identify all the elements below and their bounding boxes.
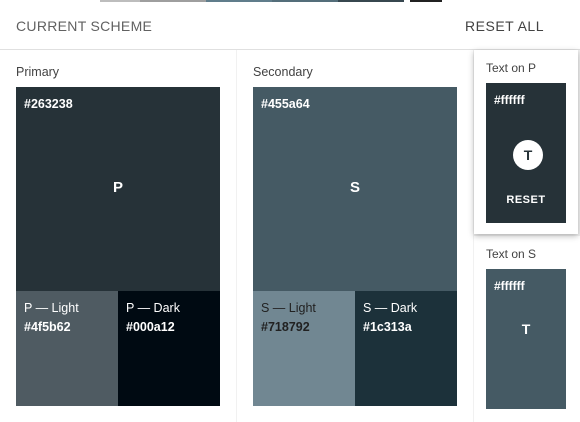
primary-light-name: P — Light [24,301,79,315]
text-on-secondary-label: Text on S [486,247,537,261]
secondary-light-hex: #718792 [261,320,310,334]
primary-dark-hex: #000a12 [126,320,175,334]
primary-swatch[interactable]: #263238 P [16,87,220,291]
secondary-hex: #455a64 [261,97,310,111]
text-on-primary-hex: #ffffff [494,93,525,107]
reset-all-button[interactable]: RESET ALL [465,18,544,34]
primary-panel: Primary #263238 P P — Light #4f5b62 P — … [0,50,236,422]
primary-dark-name: P — Dark [126,301,180,315]
secondary-light-name: S — Light [261,301,316,315]
primary-light-hex: #4f5b62 [24,320,71,334]
secondary-label: Secondary [253,65,313,79]
secondary-dark-swatch[interactable]: S — Dark #1c313a [355,291,457,406]
text-on-secondary-swatch[interactable]: #ffffff T [486,269,566,409]
secondary-light-swatch[interactable]: S — Light #718792 [253,291,355,406]
primary-hex: #263238 [24,97,73,111]
scheme-content: Primary #263238 P P — Light #4f5b62 P — … [0,50,580,422]
header-bar: CURRENT SCHEME RESET ALL [0,2,580,50]
text-on-primary-swatch: #ffffff T RESET [486,83,566,223]
secondary-panel: Secondary #455a64 S S — Light #718792 S … [237,50,473,422]
scheme-title: CURRENT SCHEME [16,18,153,34]
secondary-swatch[interactable]: #455a64 S [253,87,457,291]
primary-letter: P [112,179,123,196]
primary-dark-swatch[interactable]: P — Dark #000a12 [118,291,220,406]
text-color-picker-button[interactable]: T [513,140,543,170]
secondary-letter: S [349,179,360,196]
secondary-dark-name: S — Dark [363,301,418,315]
primary-light-swatch[interactable]: P — Light #4f5b62 [16,291,118,406]
text-on-primary-card: Text on P #ffffff T RESET [474,50,578,234]
text-on-secondary-hex: #ffffff [494,279,525,293]
text-on-primary-label: Text on P [486,61,537,75]
text-on-secondary-letter: T [521,321,531,337]
text-on-primary-reset-button[interactable]: RESET [486,194,566,206]
secondary-dark-hex: #1c313a [363,320,412,334]
primary-label: Primary [16,65,60,79]
text-on-secondary-card: Text on S #ffffff T [474,236,580,422]
